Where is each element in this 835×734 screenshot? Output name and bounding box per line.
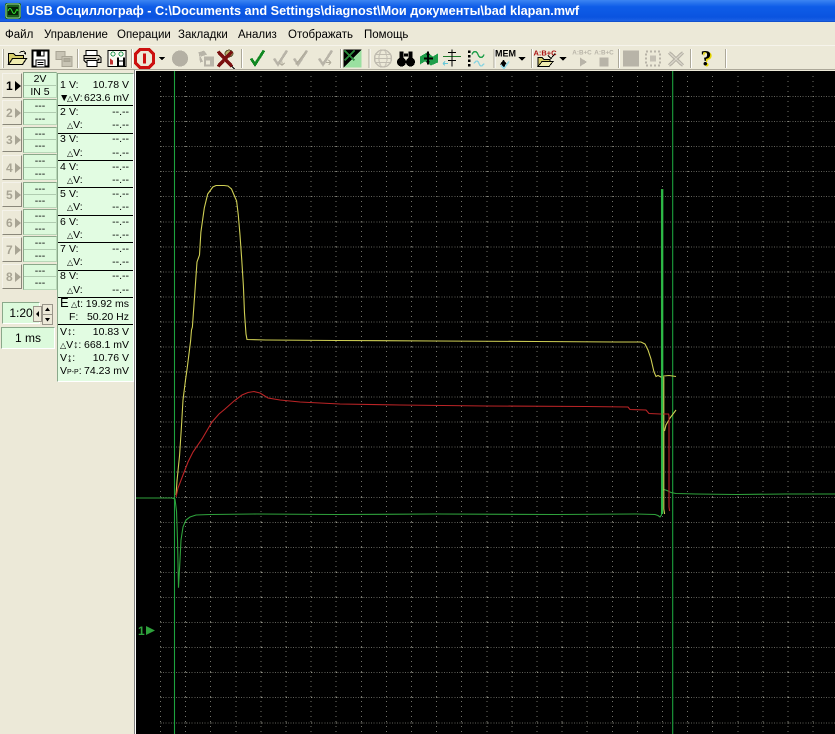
- svg-text:MEM: MEM: [495, 49, 516, 59]
- svg-text:1: 1: [138, 624, 145, 638]
- svg-text:A:B+C: A:B+C: [572, 50, 592, 57]
- svg-text:A:B+C: A:B+C: [594, 50, 614, 57]
- svg-text:A:B+C: A:B+C: [533, 49, 557, 58]
- svg-text:?: ?: [701, 46, 712, 71]
